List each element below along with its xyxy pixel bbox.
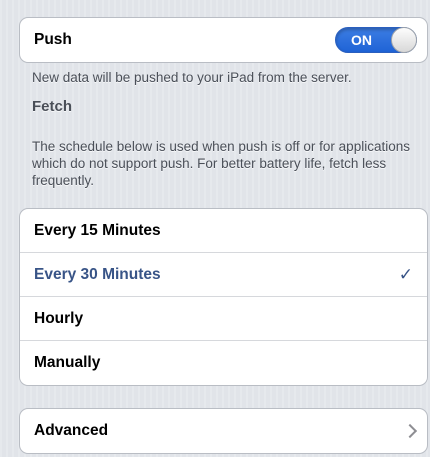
fetch-option-label: Manually [34, 354, 101, 371]
fetch-option-label: Hourly [34, 309, 84, 327]
advanced-row[interactable]: Advanced [20, 409, 427, 453]
fetch-option-every-15-minutes[interactable]: Every 15 Minutes [20, 209, 427, 253]
push-toggle[interactable]: ON [335, 27, 417, 53]
fetch-option-label: Every 30 Minutes [34, 265, 161, 283]
push-group: Push ON [19, 17, 428, 63]
fetch-option-label: Every 15 Minutes [34, 221, 161, 239]
fetch-option-manually[interactable]: Manually [20, 341, 427, 385]
advanced-group: Advanced [19, 408, 428, 454]
push-row: Push ON [20, 18, 427, 62]
fetch-schedule-group: Every 15 Minutes Every 30 Minutes ✓ Hour… [19, 208, 428, 386]
toggle-knob [391, 27, 417, 53]
push-toggle-text: ON [351, 32, 372, 48]
push-label: Push [34, 31, 72, 48]
checkmark-icon: ✓ [398, 264, 413, 284]
push-footnote: New data will be pushed to your iPad fro… [32, 70, 352, 85]
fetch-header: Fetch [32, 98, 73, 115]
fetch-option-every-30-minutes[interactable]: Every 30 Minutes ✓ [20, 253, 427, 297]
advanced-label: Advanced [34, 422, 109, 439]
chevron-right-icon [402, 423, 418, 439]
fetch-option-hourly[interactable]: Hourly [20, 297, 427, 341]
fetch-description: The schedule below is used when push is … [32, 139, 410, 188]
settings-page: Push ON New data will be pushed to your … [0, 0, 430, 457]
